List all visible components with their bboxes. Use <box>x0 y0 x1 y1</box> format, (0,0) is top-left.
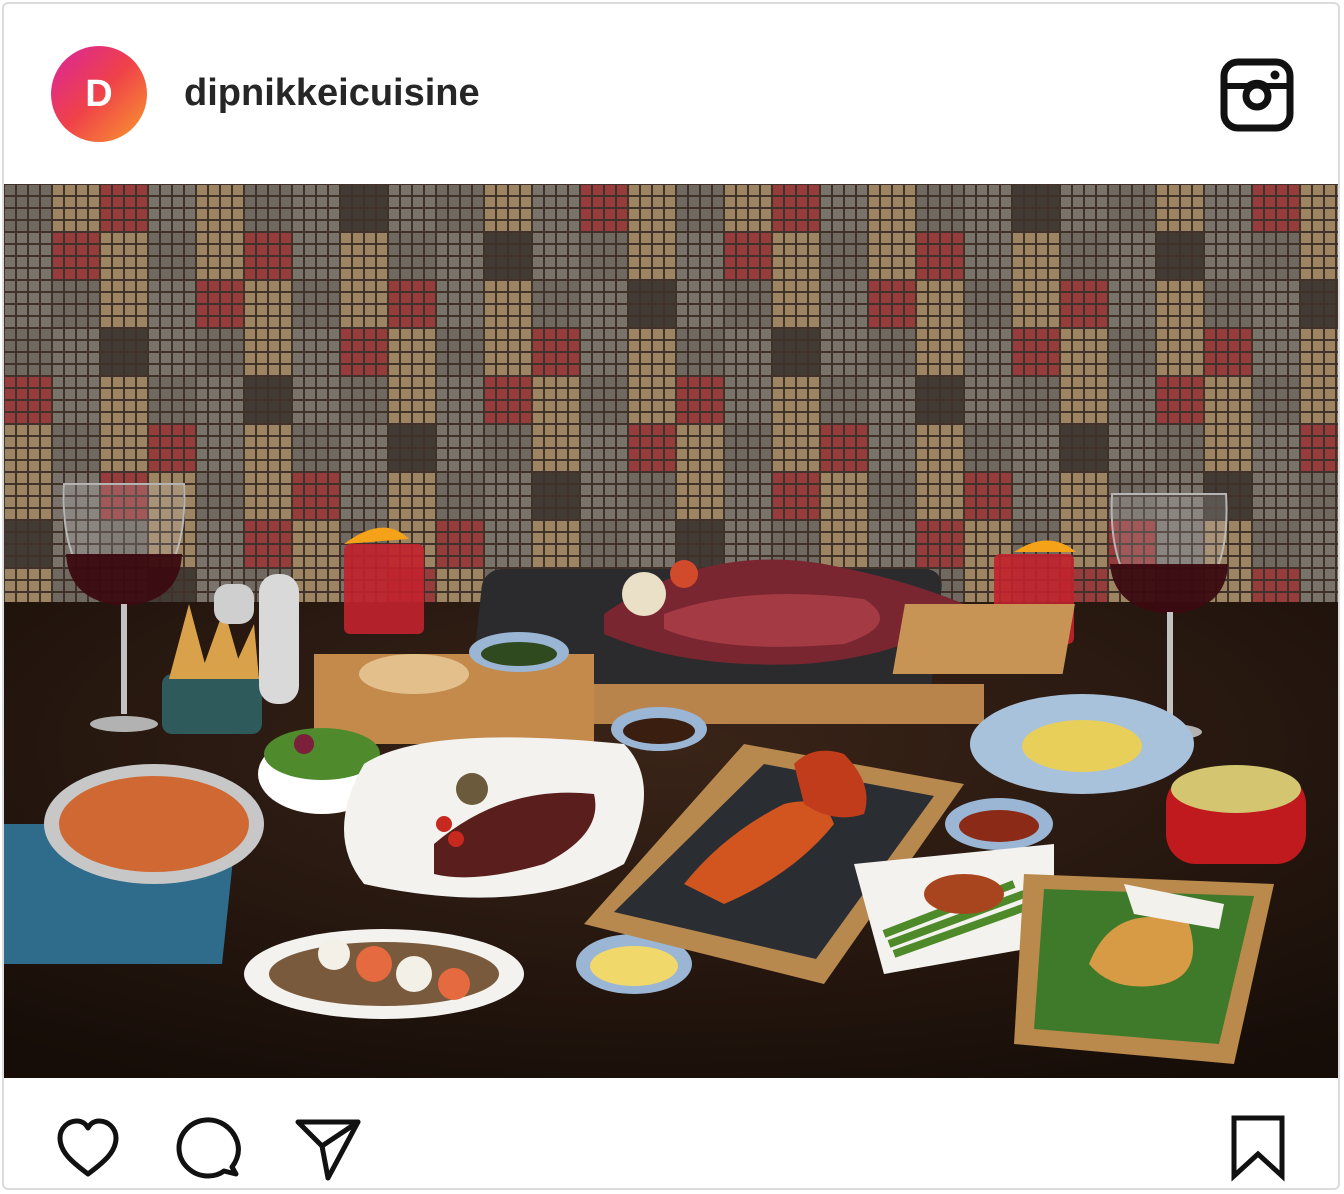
post-actions-bar <box>4 1078 1338 1188</box>
post-header: D dipnikkeicuisine <box>4 4 1338 184</box>
comment-bubble-icon[interactable] <box>172 1112 244 1184</box>
avatar-letter: D <box>85 72 113 115</box>
instagram-icon[interactable] <box>1220 58 1294 132</box>
heart-icon[interactable] <box>52 1112 124 1184</box>
food-spread-image <box>4 184 1338 1078</box>
username-link[interactable]: dipnikkeicuisine <box>184 70 480 116</box>
post-photo[interactable] <box>4 184 1338 1078</box>
paper-plane-icon[interactable] <box>292 1112 364 1184</box>
bookmark-icon[interactable] <box>1222 1112 1294 1184</box>
avatar[interactable]: D <box>51 46 147 142</box>
instagram-post-card: D dipnikkeicuisine <box>2 2 1340 1190</box>
